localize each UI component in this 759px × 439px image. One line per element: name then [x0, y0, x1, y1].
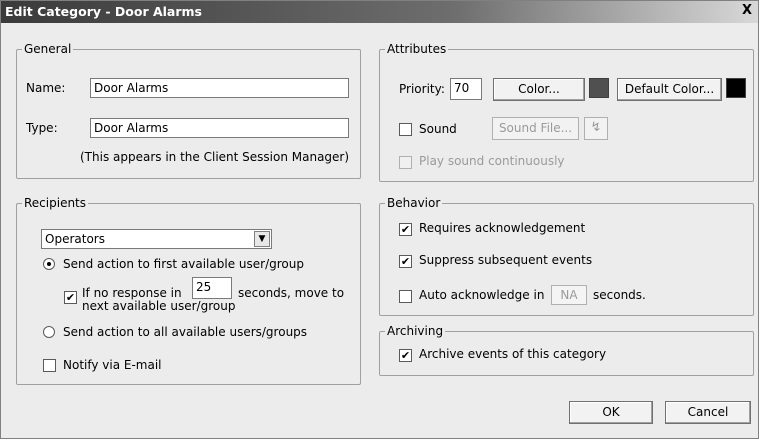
send-all-radio[interactable]: [43, 326, 55, 338]
requires-ack-checkbox[interactable]: ✔: [399, 223, 412, 236]
play-continuously-checkbox[interactable]: [399, 156, 412, 169]
title-bar[interactable]: Edit Category - Door Alarms X: [1, 1, 758, 23]
sound-file-button[interactable]: Sound File...: [492, 117, 579, 140]
recipients-select[interactable]: Operators ▼: [41, 229, 272, 249]
color-swatch: [589, 78, 609, 98]
cancel-button[interactable]: Cancel: [665, 401, 751, 424]
edit-category-dialog: Edit Category - Door Alarms X General Na…: [0, 0, 759, 439]
priority-label: Priority:: [399, 82, 445, 96]
no-response-field[interactable]: 25: [192, 277, 232, 299]
archiving-legend: Archiving: [387, 324, 444, 338]
sound-label: Sound: [419, 122, 457, 136]
auto-ack-suffix: seconds.: [593, 288, 646, 302]
attributes-legend: Attributes: [387, 42, 447, 56]
priority-field[interactable]: 70: [450, 78, 482, 100]
play-continuously-label: Play sound continuously: [419, 154, 565, 168]
chevron-down-icon[interactable]: ▼: [254, 231, 270, 247]
type-label: Type:: [26, 121, 58, 135]
auto-ack-prefix: Auto acknowledge in: [419, 288, 545, 302]
name-label: Name:: [26, 81, 66, 95]
archive-checkbox[interactable]: ✔: [399, 349, 412, 362]
notify-email-checkbox[interactable]: [43, 359, 56, 372]
color-button[interactable]: Color...: [493, 78, 585, 101]
radio-dot: [47, 262, 51, 266]
no-response-suffix: seconds, move to: [238, 286, 345, 300]
behavior-legend: Behavior: [387, 196, 441, 210]
archive-label: Archive events of this category: [419, 347, 607, 361]
no-response-checkbox[interactable]: ✔: [64, 291, 77, 304]
requires-ack-label: Requires acknowledgement: [419, 221, 586, 235]
auto-ack-checkbox[interactable]: [399, 290, 412, 303]
no-response-line2: next available user/group: [82, 299, 236, 313]
send-first-label: Send action to first available user/grou…: [63, 257, 304, 271]
close-icon[interactable]: X: [739, 4, 755, 19]
notify-email-label: Notify via E-mail: [63, 358, 162, 372]
type-note: (This appears in the Client Session Mana…: [80, 150, 350, 164]
auto-ack-field[interactable]: NA: [551, 285, 587, 305]
recipients-legend: Recipients: [24, 196, 87, 210]
suppress-checkbox[interactable]: ✔: [399, 255, 412, 268]
no-response-prefix: If no response in: [82, 286, 182, 300]
ok-button[interactable]: OK: [569, 401, 653, 424]
sound-checkbox[interactable]: [399, 123, 412, 136]
default-color-button[interactable]: Default Color...: [617, 78, 722, 101]
suppress-label: Suppress subsequent events: [419, 253, 593, 267]
recipients-select-value: Operators: [45, 232, 105, 246]
window-title: Edit Category - Door Alarms: [5, 4, 202, 19]
send-first-radio[interactable]: [43, 258, 55, 270]
send-all-label: Send action to all available users/group…: [63, 325, 308, 339]
name-field[interactable]: Door Alarms: [90, 78, 349, 98]
general-legend: General: [24, 42, 72, 56]
type-field[interactable]: Door Alarms: [90, 118, 349, 138]
default-color-swatch: [726, 78, 746, 98]
sound-play-icon[interactable]: ↯: [584, 117, 608, 140]
